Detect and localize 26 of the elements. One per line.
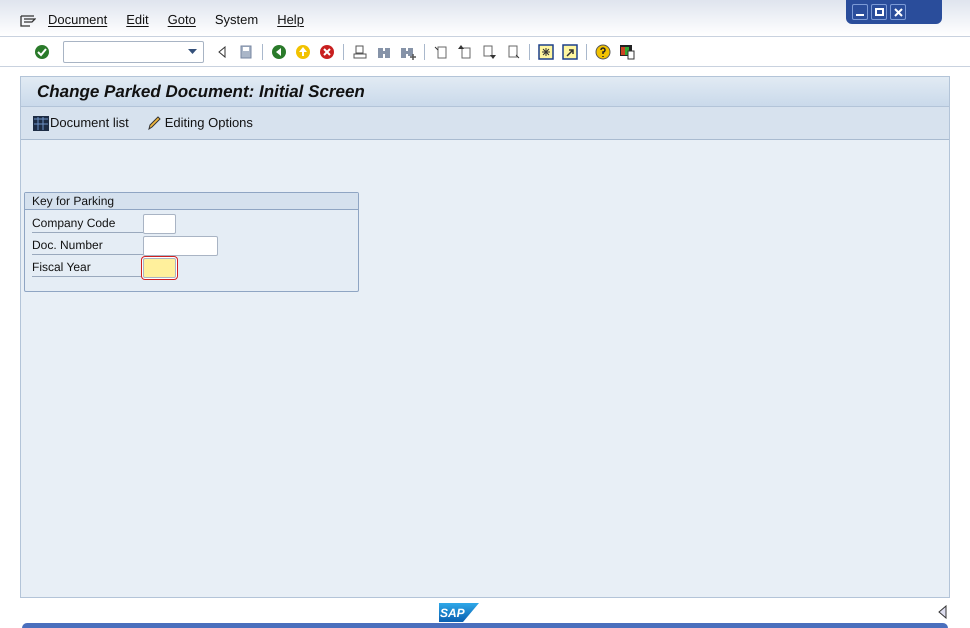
- maximize-button[interactable]: [871, 4, 887, 20]
- triangle-left-icon[interactable]: [938, 605, 948, 619]
- minimize-button[interactable]: [852, 4, 868, 20]
- new-session-icon[interactable]: [536, 42, 556, 62]
- menu-item[interactable]: Document: [48, 10, 108, 29]
- input-field[interactable]: [143, 258, 176, 278]
- sap-logo: SAP: [439, 603, 479, 622]
- menu-item[interactable]: System: [214, 10, 258, 29]
- dropdown-caret-icon: [188, 49, 197, 54]
- close-icon: [894, 8, 902, 16]
- menu-item[interactable]: Goto: [168, 10, 196, 29]
- input-field[interactable]: [143, 236, 218, 256]
- pencil-icon: [146, 116, 161, 130]
- help-icon[interactable]: [593, 42, 613, 62]
- menu-item[interactable]: Help: [277, 10, 304, 29]
- toolbar-button[interactable]: Editing Options: [146, 113, 253, 133]
- group-title: Key for Parking: [32, 193, 114, 210]
- close-button[interactable]: [890, 4, 906, 20]
- command-field[interactable]: [63, 40, 204, 62]
- menu-icon[interactable]: [20, 15, 36, 27]
- shortcut-icon[interactable]: [560, 42, 580, 62]
- input-field[interactable]: [143, 214, 176, 234]
- table-icon: [33, 116, 49, 130]
- screen-title: Change Parked Document: Initial Screen: [37, 80, 365, 103]
- menu-item[interactable]: Edit: [126, 10, 149, 29]
- toolbar-button[interactable]: Document list: [33, 113, 129, 133]
